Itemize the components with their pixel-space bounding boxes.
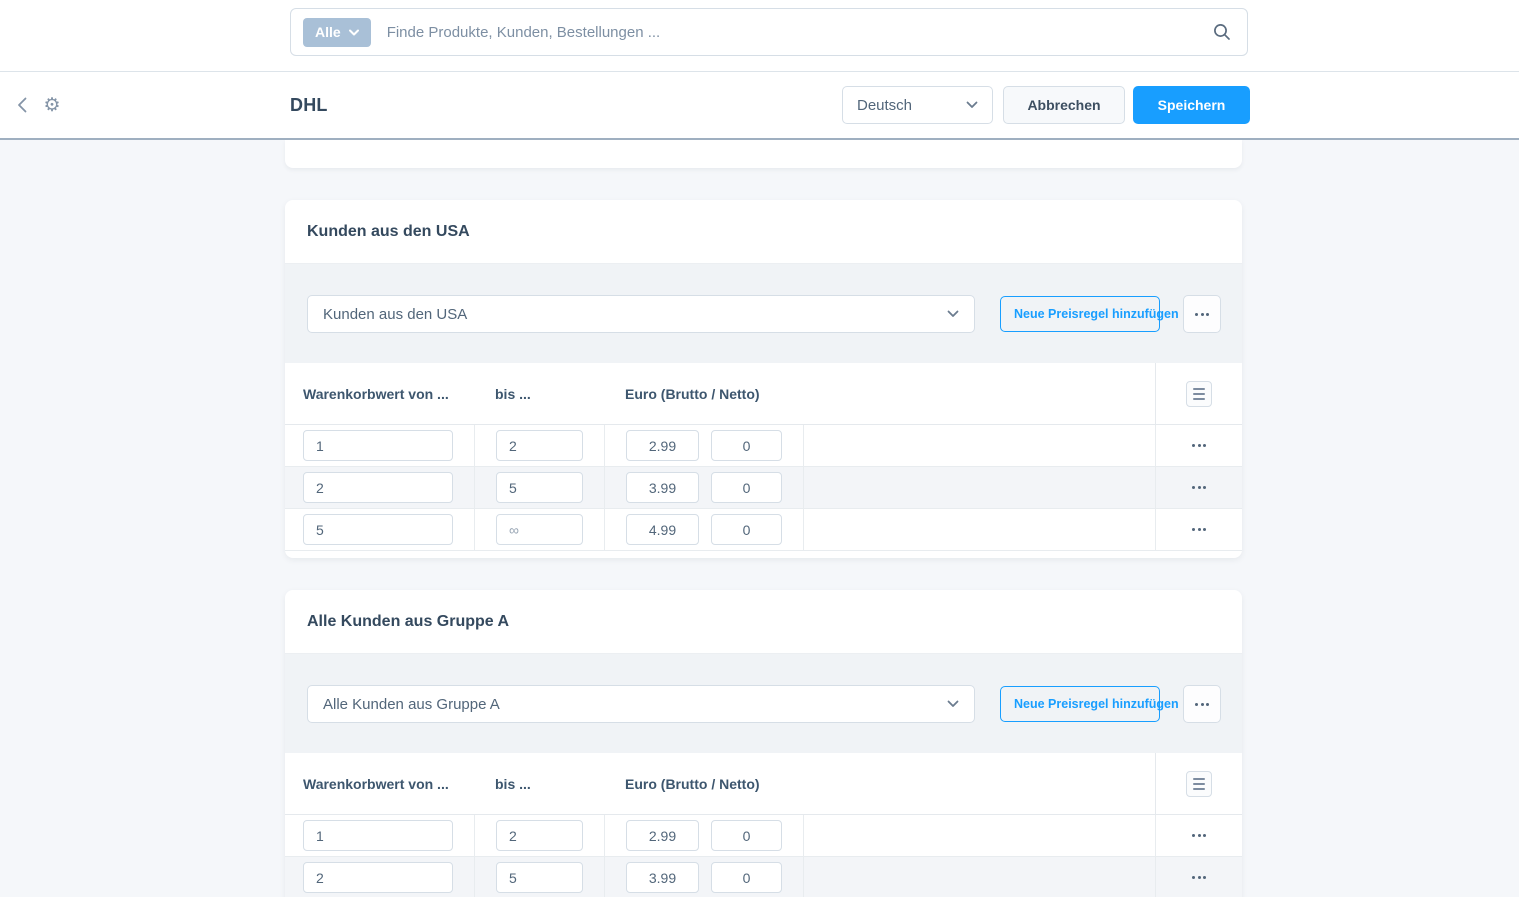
search-icon: [1213, 23, 1231, 41]
from-input[interactable]: [303, 430, 453, 461]
gross-price-input[interactable]: [626, 514, 699, 545]
grid-header: Warenkorbwert von ... bis ... Euro (Brut…: [285, 363, 1242, 425]
chevron-down-icon: [947, 310, 959, 318]
net-price-input[interactable]: [711, 472, 782, 503]
net-price-input[interactable]: [711, 430, 782, 461]
to-input[interactable]: [496, 820, 583, 851]
table-row: [285, 425, 1242, 467]
gross-price-input[interactable]: [626, 472, 699, 503]
hamburger-icon: [1193, 778, 1205, 790]
add-price-rule-button[interactable]: Neue Preisregel hinzufügen: [1000, 296, 1160, 332]
chevron-left-icon: [17, 97, 27, 113]
row-context-menu-button[interactable]: [1155, 425, 1242, 466]
page-title: DHL: [290, 72, 328, 138]
table-row: [285, 815, 1242, 857]
grid-settings-button[interactable]: [1186, 381, 1212, 407]
net-price-input[interactable]: [711, 820, 782, 851]
table-row: [285, 509, 1242, 551]
save-button[interactable]: Speichern: [1133, 86, 1250, 124]
from-input[interactable]: [303, 472, 453, 503]
to-input[interactable]: [496, 472, 583, 503]
row-context-menu-button[interactable]: [1155, 509, 1242, 550]
table-row: [285, 857, 1242, 897]
column-header-price: Euro (Brutto / Netto): [625, 363, 760, 425]
to-input-infinity[interactable]: [496, 514, 583, 545]
grid-action-column: [1155, 753, 1242, 814]
card-title: Kunden aus den USA: [285, 200, 1242, 263]
row-context-menu-button[interactable]: [1155, 467, 1242, 508]
row-context-menu-button[interactable]: [1155, 857, 1242, 897]
chevron-down-icon: [349, 29, 359, 36]
content-area: Kunden aus den USA Kunden aus den USA Ne…: [0, 140, 1519, 897]
card-title: Alle Kunden aus Gruppe A: [285, 590, 1242, 653]
language-select-value: Deutsch: [857, 97, 912, 114]
cancel-button[interactable]: Abbrechen: [1003, 86, 1125, 124]
from-input[interactable]: [303, 862, 453, 893]
card-toolbar: Alle Kunden aus Gruppe A Neue Preisregel…: [285, 653, 1242, 753]
net-price-input[interactable]: [711, 862, 782, 893]
rule-select-value: Kunden aus den USA: [323, 306, 467, 323]
column-header-from: Warenkorbwert von ...: [303, 363, 449, 425]
from-input[interactable]: [303, 820, 453, 851]
back-button[interactable]: [8, 72, 36, 138]
search-filter-label: Alle: [315, 24, 341, 40]
card-context-menu-button[interactable]: [1183, 685, 1221, 723]
from-input[interactable]: [303, 514, 453, 545]
add-price-rule-button[interactable]: Neue Preisregel hinzufügen: [1000, 686, 1160, 722]
price-rule-card-usa: Kunden aus den USA Kunden aus den USA Ne…: [285, 200, 1242, 558]
settings-button[interactable]: ⚙: [38, 72, 66, 138]
card-toolbar: Kunden aus den USA Neue Preisregel hinzu…: [285, 263, 1242, 363]
card-context-menu-button[interactable]: [1183, 295, 1221, 333]
rule-select[interactable]: Kunden aus den USA: [307, 295, 975, 333]
global-search-bar[interactable]: Alle: [290, 8, 1248, 56]
gross-price-input[interactable]: [626, 430, 699, 461]
to-input[interactable]: [496, 862, 583, 893]
table-row: [285, 467, 1242, 509]
chevron-down-icon: [947, 700, 959, 708]
to-input[interactable]: [496, 430, 583, 461]
row-context-menu-button[interactable]: [1155, 815, 1242, 856]
search-input[interactable]: [387, 24, 1205, 41]
grid-header: Warenkorbwert von ... bis ... Euro (Brut…: [285, 753, 1242, 815]
search-filter-chip[interactable]: Alle: [303, 18, 371, 47]
smart-bar: ⚙ DHL Deutsch Abbrechen Speichern: [0, 72, 1519, 140]
grid-settings-button[interactable]: [1186, 771, 1212, 797]
price-rule-card-gruppe-a: Alle Kunden aus Gruppe A Alle Kunden aus…: [285, 590, 1242, 897]
gross-price-input[interactable]: [626, 820, 699, 851]
rule-select[interactable]: Alle Kunden aus Gruppe A: [307, 685, 975, 723]
previous-card-bottom: [285, 140, 1242, 168]
rule-select-value: Alle Kunden aus Gruppe A: [323, 696, 500, 713]
grid-action-column: [1155, 363, 1242, 424]
top-bar: Alle: [0, 0, 1519, 72]
column-header-to: bis ...: [495, 753, 531, 815]
column-header-from: Warenkorbwert von ...: [303, 753, 449, 815]
chevron-down-icon: [966, 101, 978, 109]
net-price-input[interactable]: [711, 514, 782, 545]
smartbar-actions: Deutsch Abbrechen Speichern: [842, 86, 1250, 124]
gross-price-input[interactable]: [626, 862, 699, 893]
gear-icon: ⚙: [43, 96, 60, 115]
ellipsis-icon: [1195, 703, 1209, 706]
language-select[interactable]: Deutsch: [842, 86, 993, 124]
column-header-to: bis ...: [495, 363, 531, 425]
hamburger-icon: [1193, 388, 1205, 400]
ellipsis-icon: [1195, 313, 1209, 316]
column-header-price: Euro (Brutto / Netto): [625, 753, 760, 815]
